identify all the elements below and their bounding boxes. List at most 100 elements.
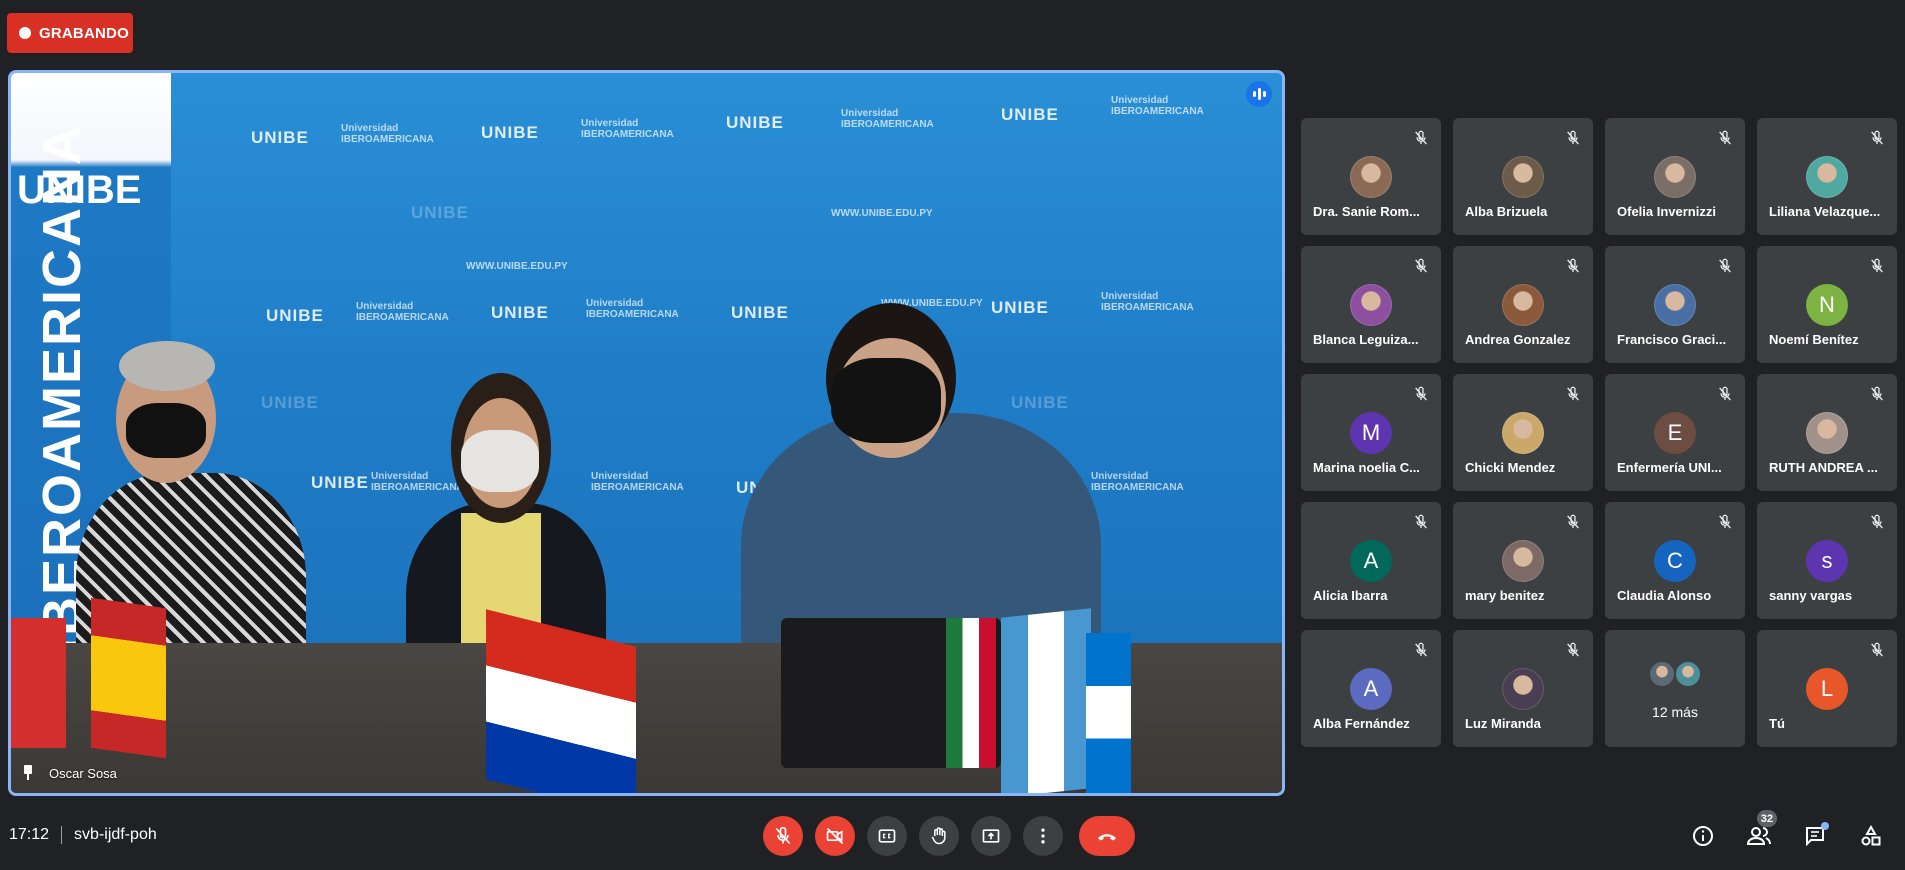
mic-off-icon xyxy=(1413,386,1429,402)
mic-off-icon xyxy=(1413,258,1429,274)
avatar: N xyxy=(1806,284,1848,326)
meeting-details: 17:12 svb-ijdf-poh xyxy=(9,826,157,844)
recording-indicator[interactable]: GRABANDO xyxy=(7,13,133,53)
participant-tile[interactable]: RUTH ANDREA ... xyxy=(1757,374,1897,491)
avatar xyxy=(1502,284,1544,326)
participant-name: Claudia Alonso xyxy=(1617,588,1712,603)
self-tile[interactable]: L Tú xyxy=(1757,630,1897,747)
participant-tile[interactable]: mary benitez xyxy=(1453,502,1593,619)
participant-tile[interactable]: Alba Brizuela xyxy=(1453,118,1593,235)
avatar xyxy=(1350,284,1392,326)
flag xyxy=(11,618,66,748)
participant-tile[interactable]: A Alicia Ibarra xyxy=(1301,502,1441,619)
mic-off-icon xyxy=(1869,386,1885,402)
activities-button[interactable] xyxy=(1855,820,1887,852)
avatar xyxy=(1806,412,1848,454)
clock-time: 17:12 xyxy=(9,826,50,843)
avatar xyxy=(1502,668,1544,710)
avatar: s xyxy=(1806,540,1848,582)
participant-tile[interactable]: Chicki Mendez xyxy=(1453,374,1593,491)
mic-off-icon xyxy=(1869,642,1885,658)
participant-grid: Dra. Sanie Rom... Alba Brizuela Ofelia Inv… xyxy=(1301,118,1897,747)
mic-off-icon xyxy=(1717,386,1733,402)
pin-icon[interactable] xyxy=(21,765,35,781)
avatar: M xyxy=(1350,412,1392,454)
camera-toggle-button[interactable] xyxy=(815,816,855,856)
present-icon xyxy=(982,829,1000,843)
participant-tile[interactable]: Francisco Graci... xyxy=(1605,246,1745,363)
captions-button[interactable] xyxy=(867,816,907,856)
recording-label: GRABANDO xyxy=(39,24,129,42)
participant-name: Chicki Mendez xyxy=(1465,460,1556,475)
avatar xyxy=(1502,156,1544,198)
participant-name: Luz Miranda xyxy=(1465,716,1541,731)
mic-off-icon xyxy=(1869,130,1885,146)
mic-off-icon xyxy=(1413,642,1429,658)
participant-tile[interactable]: A Alba Fernández xyxy=(1301,630,1441,747)
participant-tile[interactable]: Blanca Leguiza... xyxy=(1301,246,1441,363)
participant-name: Noemí Benítez xyxy=(1769,332,1859,347)
flag-honduras xyxy=(1086,633,1131,793)
mic-off-icon xyxy=(1869,258,1885,274)
participant-tile[interactable]: Andrea Gonzalez xyxy=(1453,246,1593,363)
mic-off-icon xyxy=(1413,130,1429,146)
participant-name: Dra. Sanie Rom... xyxy=(1313,204,1420,219)
avatar xyxy=(1502,540,1544,582)
avatar: C xyxy=(1654,540,1696,582)
mic-off-icon xyxy=(1717,258,1733,274)
more-avatars xyxy=(1648,660,1702,688)
mic-off-icon xyxy=(1565,258,1581,274)
participant-tile[interactable]: Liliana Velazque... xyxy=(1757,118,1897,235)
participant-tile[interactable]: s sanny vargas xyxy=(1757,502,1897,619)
chat-button[interactable] xyxy=(1799,820,1831,852)
participant-name: RUTH ANDREA ... xyxy=(1769,460,1878,475)
mic-off-icon xyxy=(1717,130,1733,146)
present-button[interactable] xyxy=(971,816,1011,856)
meeting-details-button[interactable] xyxy=(1687,820,1719,852)
more-participants-tile[interactable]: 12 más xyxy=(1605,630,1745,747)
participant-tile[interactable]: Luz Miranda xyxy=(1453,630,1593,747)
participant-name: mary benitez xyxy=(1465,588,1545,603)
participant-tile[interactable]: C Claudia Alonso xyxy=(1605,502,1745,619)
main-speaker-name: Oscar Sosa xyxy=(49,765,117,781)
avatar xyxy=(1654,156,1696,198)
participant-name: Alba Fernández xyxy=(1313,716,1410,731)
participant-tile[interactable]: N Noemí Benítez xyxy=(1757,246,1897,363)
main-video-tile[interactable]: UNIBE Universidad IBEROAMERICANA UNIBE Un… xyxy=(8,70,1285,796)
avatar xyxy=(1674,660,1702,688)
mic-toggle-button[interactable] xyxy=(763,816,803,856)
avatar xyxy=(1350,156,1392,198)
avatar: A xyxy=(1350,668,1392,710)
divider xyxy=(61,826,63,844)
more-options-button[interactable] xyxy=(1023,816,1063,856)
participant-name: Blanca Leguiza... xyxy=(1313,332,1419,347)
self-name: Tú xyxy=(1769,716,1785,731)
mic-off-icon xyxy=(775,826,791,845)
participant-name: Andrea Gonzalez xyxy=(1465,332,1571,347)
captions-icon xyxy=(878,829,896,843)
call-controls xyxy=(763,816,1135,856)
main-speaker-label: Oscar Sosa xyxy=(21,765,117,781)
camera-off-icon xyxy=(826,827,844,845)
end-call-button[interactable] xyxy=(1079,816,1135,856)
side-panel-controls: 32 xyxy=(1687,810,1887,852)
participant-name: Enfermería UNI... xyxy=(1617,460,1722,475)
participants-button[interactable]: 32 xyxy=(1743,810,1777,852)
flag-spain xyxy=(91,597,166,759)
participant-tile[interactable]: M Marina noelia C... xyxy=(1301,374,1441,491)
avatar: E xyxy=(1654,412,1696,454)
participant-count-badge: 32 xyxy=(1756,810,1777,827)
video-backdrop: UNIBE Universidad IBEROAMERICANA UNIBE Un… xyxy=(11,73,1282,793)
participant-tile[interactable]: Dra. Sanie Rom... xyxy=(1301,118,1441,235)
participant-tile[interactable]: Ofelia Invernizzi xyxy=(1605,118,1745,235)
activities-icon xyxy=(1861,824,1881,846)
end-call-icon xyxy=(1098,834,1116,841)
raise-hand-button[interactable] xyxy=(919,816,959,856)
speaking-indicator-icon xyxy=(1246,81,1272,107)
participant-tile[interactable]: E Enfermería UNI... xyxy=(1605,374,1745,491)
avatar xyxy=(1502,412,1544,454)
avatar xyxy=(1648,660,1676,688)
flag-guatemala xyxy=(1001,608,1091,793)
avatar xyxy=(1654,284,1696,326)
meeting-code: svb-ijdf-poh xyxy=(74,826,157,843)
